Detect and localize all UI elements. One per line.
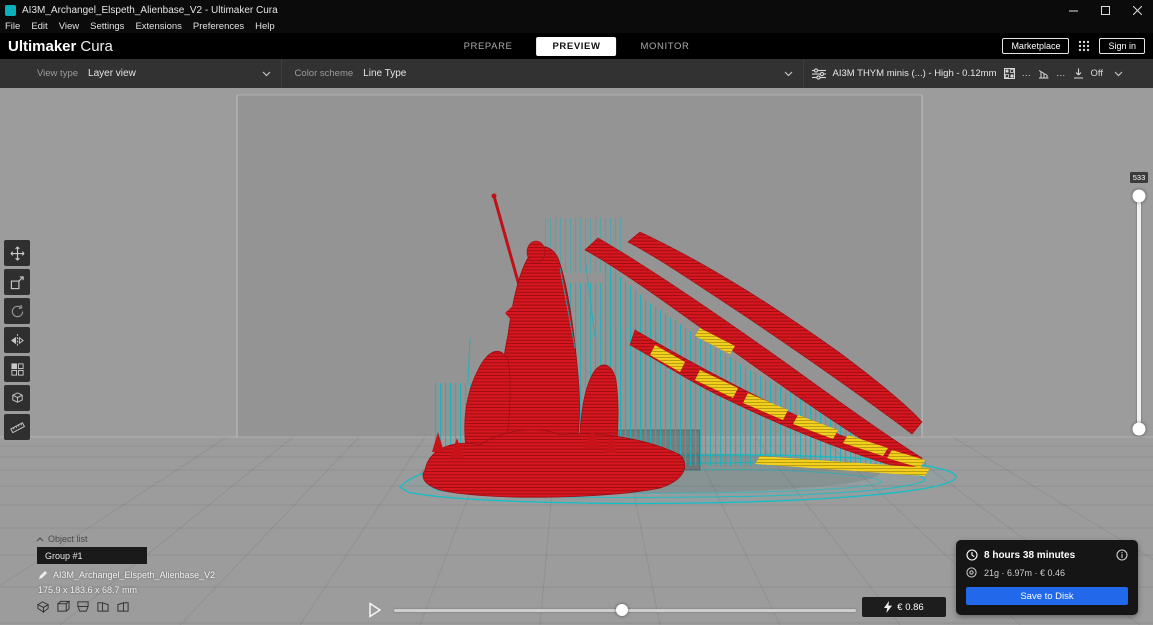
view-options-bar: View type Layer view Color scheme Line T… xyxy=(0,59,1153,88)
layer-number-badge: 533 xyxy=(1130,172,1148,183)
model-name: AI3M_Archangel_Elspeth_Alienbase_V2 xyxy=(53,570,216,580)
cost-badge: € 0.86 xyxy=(862,597,946,617)
object-group-item[interactable]: Group #1 xyxy=(37,547,147,564)
layer-slider-track[interactable] xyxy=(1137,196,1141,429)
header-right: Marketplace Sign in xyxy=(1002,38,1145,54)
print-config-text: AI3M THYM minis (...) - High - 0.12mm xyxy=(832,68,997,79)
stage-tabs: PREPARE PREVIEW MONITOR xyxy=(454,36,700,56)
app-header: Ultimaker Cura PREPARE PREVIEW MONITOR Ma… xyxy=(0,33,1153,59)
right-view-icon[interactable] xyxy=(116,600,130,613)
layer-slider: 533 xyxy=(1130,172,1148,452)
menu-extensions[interactable]: Extensions xyxy=(135,21,181,32)
print-settings-summary[interactable]: AI3M THYM minis (...) - High - 0.12mm … … xyxy=(804,59,1153,88)
model-dimensions: 175.9 x 183.6 x 68.7 mm xyxy=(38,585,138,595)
menu-edit[interactable]: Edit xyxy=(31,21,47,32)
color-scheme-dropdown[interactable]: Color scheme Line Type xyxy=(282,59,804,88)
measure-tool-button[interactable] xyxy=(4,414,30,440)
view-preset-icons xyxy=(36,600,130,613)
lightning-icon xyxy=(884,601,893,613)
mirror-tool-button[interactable] xyxy=(4,327,30,353)
menu-file[interactable]: File xyxy=(5,21,20,32)
menubar: File Edit View Settings Extensions Prefe… xyxy=(0,20,1153,33)
close-button[interactable] xyxy=(1121,0,1153,20)
tool-panel xyxy=(4,240,30,440)
menu-help[interactable]: Help xyxy=(255,21,275,32)
left-view-icon[interactable] xyxy=(96,600,110,613)
print-summary-panel: 8 hours 38 minutes 21g · 6.97m · € 0.46 … xyxy=(956,540,1138,615)
info-icon[interactable] xyxy=(1116,549,1128,561)
path-slider-handle[interactable] xyxy=(616,604,628,616)
tune-sliders-icon xyxy=(811,67,826,80)
support-value: … xyxy=(1056,68,1066,79)
layer-slider-bottom-handle[interactable] xyxy=(1132,422,1146,436)
scale-tool-button[interactable] xyxy=(4,269,30,295)
support-blocker-button[interactable] xyxy=(4,385,30,411)
support-icon xyxy=(1038,68,1049,79)
infill-icon xyxy=(1003,68,1015,79)
logo-primary: Ultimaker xyxy=(8,37,77,55)
view-type-dropdown[interactable]: View type Layer view xyxy=(0,59,282,88)
chevron-down-icon xyxy=(262,71,271,77)
front-view-icon[interactable] xyxy=(56,600,70,613)
save-to-disk-button[interactable]: Save to Disk xyxy=(966,587,1128,605)
per-model-settings-button[interactable] xyxy=(4,356,30,382)
rotate-tool-button[interactable] xyxy=(4,298,30,324)
clock-icon xyxy=(966,549,978,561)
viewport-3d[interactable]: 533 Object list Group #1 AI3M_Archangel_… xyxy=(0,88,1153,625)
play-button[interactable] xyxy=(368,602,382,623)
titlebar: AI3M_Archangel_Elspeth_Alienbase_V2 - Ul… xyxy=(0,0,1153,20)
tab-prepare[interactable]: PREPARE xyxy=(454,38,523,55)
cost-value: € 0.86 xyxy=(897,601,924,613)
tab-preview[interactable]: PREVIEW xyxy=(536,36,617,56)
move-tool-button[interactable] xyxy=(4,240,30,266)
menu-preferences[interactable]: Preferences xyxy=(193,21,244,32)
chevron-up-icon xyxy=(36,536,44,541)
infill-value: … xyxy=(1021,68,1032,79)
window-title: AI3M_Archangel_Elspeth_Alienbase_V2 - Ul… xyxy=(22,4,278,16)
adhesion-value: Off xyxy=(1090,68,1104,79)
object-list-label: Object list xyxy=(48,534,88,544)
marketplace-button[interactable]: Marketplace xyxy=(1002,38,1070,54)
view-type-label: View type xyxy=(37,68,79,79)
chevron-down-icon xyxy=(1114,71,1123,77)
adhesion-icon xyxy=(1073,68,1084,79)
color-scheme-label: Color scheme xyxy=(294,68,354,79)
minimize-button[interactable] xyxy=(1057,0,1089,20)
window-controls xyxy=(1057,0,1153,20)
menu-settings[interactable]: Settings xyxy=(90,21,124,32)
isometric-view-icon[interactable] xyxy=(36,600,50,613)
print-time: 8 hours 38 minutes xyxy=(984,549,1076,561)
material-spool-icon xyxy=(966,567,977,578)
logo-secondary: Cura xyxy=(80,37,113,55)
material-usage: 21g · 6.97m · € 0.46 xyxy=(984,567,1066,578)
cura-app-icon xyxy=(5,4,16,16)
view-type-value: Layer view xyxy=(88,68,136,79)
color-scheme-value: Line Type xyxy=(363,68,407,79)
model-name-row: AI3M_Archangel_Elspeth_Alienbase_V2 xyxy=(38,570,215,580)
apps-grid-icon[interactable] xyxy=(1078,40,1090,52)
cura-logo: Ultimaker Cura xyxy=(8,38,113,55)
menu-view[interactable]: View xyxy=(59,21,79,32)
sign-in-button[interactable]: Sign in xyxy=(1099,38,1145,54)
pencil-icon xyxy=(39,571,47,579)
cura-window: AI3M_Archangel_Elspeth_Alienbase_V2 - Ul… xyxy=(0,0,1153,625)
top-view-icon[interactable] xyxy=(76,600,90,613)
object-list-toggle[interactable]: Object list xyxy=(36,534,88,544)
maximize-button[interactable] xyxy=(1089,0,1121,20)
tab-monitor[interactable]: MONITOR xyxy=(631,38,700,55)
layer-slider-top-handle[interactable] xyxy=(1132,189,1146,203)
chevron-down-icon xyxy=(784,71,793,77)
